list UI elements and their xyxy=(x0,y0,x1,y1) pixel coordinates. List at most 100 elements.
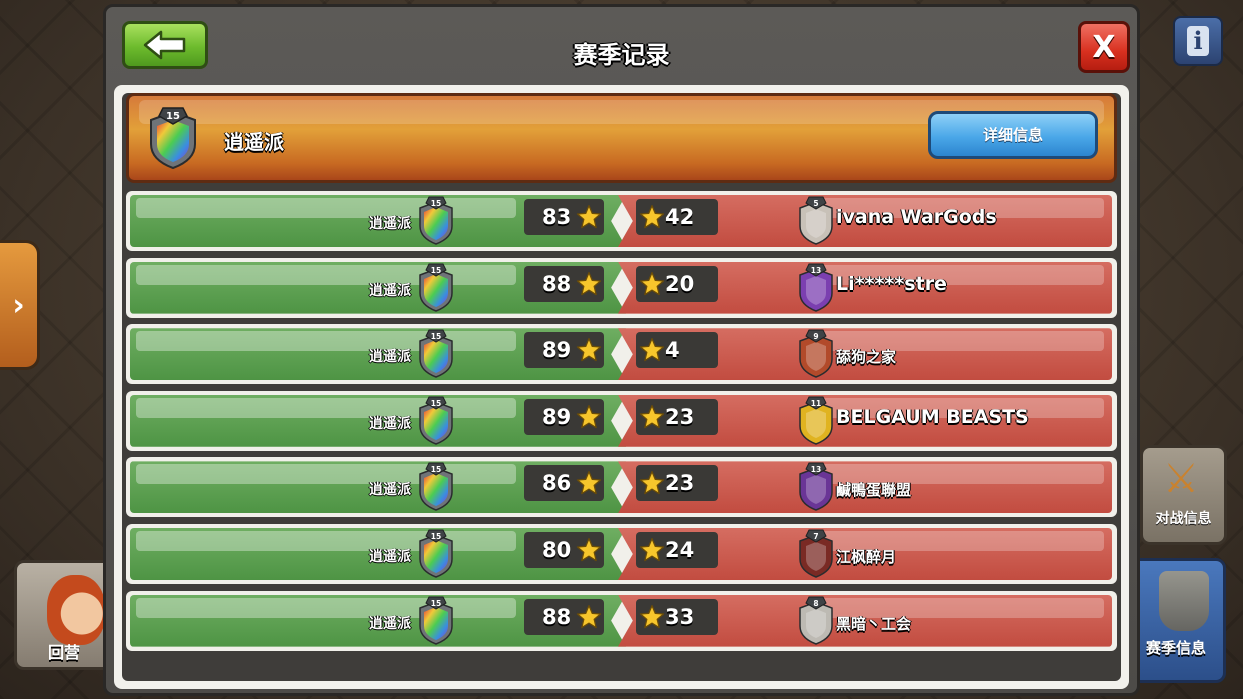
opponent-clan-name: 江枫醉月 xyxy=(836,547,897,566)
info-button[interactable]: i xyxy=(1173,16,1223,66)
star-icon xyxy=(576,537,602,574)
star-icon xyxy=(576,337,602,374)
opponent-clan-name: 黑暗丶工会 xyxy=(836,614,912,633)
svg-text:7: 7 xyxy=(813,532,818,541)
svg-text:13: 13 xyxy=(811,465,821,474)
own-stars-score: 83 xyxy=(524,199,604,235)
opponent-stars-score: 23 xyxy=(636,398,718,435)
villager-avatar-icon xyxy=(47,575,105,645)
own-stars-score: 88 xyxy=(524,598,604,635)
own-stars-score: 89 xyxy=(524,332,604,369)
opponent-clan-name: BELGAUM BEASTS xyxy=(836,405,1029,428)
star-icon xyxy=(639,271,665,308)
crossed-swords-icon: ⚔ xyxy=(1163,456,1199,502)
star-icon xyxy=(576,604,602,641)
star-icon xyxy=(639,604,665,641)
opponent-clan-name: 舔狗之家 xyxy=(836,348,897,367)
svg-text:5: 5 xyxy=(813,199,818,208)
opponent-clan-badge-icon: 7 xyxy=(796,529,836,583)
svg-text:15: 15 xyxy=(431,266,441,275)
season-info-label: 赛季信息 xyxy=(1145,639,1206,657)
opponent-stars-score: 24 xyxy=(636,531,718,568)
star-icon xyxy=(639,537,665,574)
svg-text:13: 13 xyxy=(811,266,821,275)
svg-text:15: 15 xyxy=(431,599,441,608)
opponent-stars-score: 33 xyxy=(636,598,718,635)
star-icon xyxy=(576,204,602,241)
war-info-label: 对战信息 xyxy=(1155,511,1212,527)
own-clan-name: 逍遥派 xyxy=(369,482,411,499)
war-row[interactable]: 逍遥派 15 89 4 9 舔狗之家 xyxy=(126,324,1117,385)
opponent-clan-badge-icon: 5 xyxy=(796,196,836,250)
war-row[interactable]: 逍遥派 15 83 42 5 ivana WarGods xyxy=(126,191,1117,251)
war-row[interactable]: 逍遥派 15 80 24 7 江枫醉月 xyxy=(126,523,1117,584)
war-row[interactable]: 逍遥派 15 88 20 13 Li*****stre xyxy=(126,257,1117,318)
own-stars-score: 80 xyxy=(524,531,604,568)
opponent-stars-score: 20 xyxy=(636,265,718,302)
star-icon xyxy=(576,404,602,441)
star-icon xyxy=(639,470,665,507)
clan-header: 15 逍遥派 详细信息 xyxy=(126,93,1117,183)
star-icon xyxy=(639,204,665,241)
return-home-button[interactable]: 回营 xyxy=(14,560,114,670)
record-panel: 15 逍遥派 详细信息 逍遥派 15 83 42 5 ivana WarGods… xyxy=(114,85,1129,689)
opponent-clan-name: ivana WarGods xyxy=(836,206,997,228)
star-icon xyxy=(576,271,602,308)
own-clan-name: 逍遥派 xyxy=(369,615,411,632)
details-button[interactable]: 详细信息 xyxy=(928,111,1098,159)
opponent-clan-badge-icon: 13 xyxy=(796,263,836,317)
own-stars-score: 89 xyxy=(524,398,604,435)
return-home-label: 回营 xyxy=(47,643,80,662)
season-info-button[interactable]: 赛季信息 xyxy=(1126,558,1226,683)
own-clan-badge-icon: 15 xyxy=(416,596,456,650)
opponent-clan-badge-icon: 9 xyxy=(796,329,836,383)
svg-text:11: 11 xyxy=(811,399,821,408)
svg-text:15: 15 xyxy=(431,332,441,341)
close-button[interactable]: X xyxy=(1078,21,1130,73)
opponent-clan-badge-icon: 11 xyxy=(796,396,836,450)
own-clan-badge-icon: 15 xyxy=(416,329,456,383)
opponent-stars-score: 23 xyxy=(636,465,718,502)
own-clan-badge-icon: 15 xyxy=(416,529,456,583)
svg-text:15: 15 xyxy=(431,465,441,474)
clan-badge-icon: 15 xyxy=(147,106,199,174)
own-stars-score: 86 xyxy=(524,465,604,502)
expand-side-tab[interactable]: › xyxy=(0,240,40,370)
opponent-clan-badge-icon: 13 xyxy=(796,462,836,516)
own-clan-name: 逍遥派 xyxy=(369,216,411,232)
own-clan-name: 逍遥派 xyxy=(369,349,411,366)
star-icon xyxy=(639,337,665,374)
svg-text:9: 9 xyxy=(813,332,818,341)
own-clan-badge-icon: 15 xyxy=(416,396,456,450)
opponent-clan-name: Li*****stre xyxy=(836,272,947,295)
svg-text:15: 15 xyxy=(431,532,441,541)
svg-text:15: 15 xyxy=(166,111,180,122)
opponent-stars-score: 42 xyxy=(636,199,718,235)
opponent-clan-name: 鹹鴨蛋聯盟 xyxy=(836,481,912,500)
close-icon: X xyxy=(1092,29,1116,65)
war-row[interactable]: 逍遥派 15 86 23 13 鹹鴨蛋聯盟 xyxy=(126,457,1117,518)
war-row[interactable]: 逍遥派 15 88 33 8 黑暗丶工会 xyxy=(126,590,1117,651)
own-clan-badge-icon: 15 xyxy=(416,263,456,317)
own-clan-badge-icon: 15 xyxy=(416,196,456,250)
svg-text:15: 15 xyxy=(431,399,441,408)
svg-text:15: 15 xyxy=(431,199,441,208)
star-icon xyxy=(576,470,602,507)
own-clan-name: 逍遥派 xyxy=(369,548,411,565)
trophy-icon xyxy=(1159,571,1209,631)
svg-text:8: 8 xyxy=(813,599,818,608)
opponent-stars-score: 4 xyxy=(636,332,718,369)
own-clan-name: 逍遥派 xyxy=(369,282,411,299)
window-title: 赛季记录 xyxy=(573,41,670,69)
star-icon xyxy=(639,404,665,441)
info-icon: i xyxy=(1187,26,1209,56)
war-row[interactable]: 逍遥派 15 89 23 11 BELGAUM BEASTS xyxy=(126,390,1117,451)
own-stars-score: 88 xyxy=(524,265,604,302)
war-log-list: 逍遥派 15 83 42 5 ivana WarGods 逍遥派 15 88 2… xyxy=(126,191,1117,657)
opponent-clan-badge-icon: 8 xyxy=(796,596,836,650)
own-clan-name: 逍遥派 xyxy=(369,415,411,432)
own-clan-badge-icon: 15 xyxy=(416,462,456,516)
war-info-button[interactable]: ⚔ 对战信息 xyxy=(1140,445,1227,545)
season-record-window: 赛季记录 X 15 逍遥派 详细信息 逍遥派 15 83 42 5 ivana … xyxy=(103,4,1140,696)
clan-name: 逍遥派 xyxy=(224,130,284,154)
